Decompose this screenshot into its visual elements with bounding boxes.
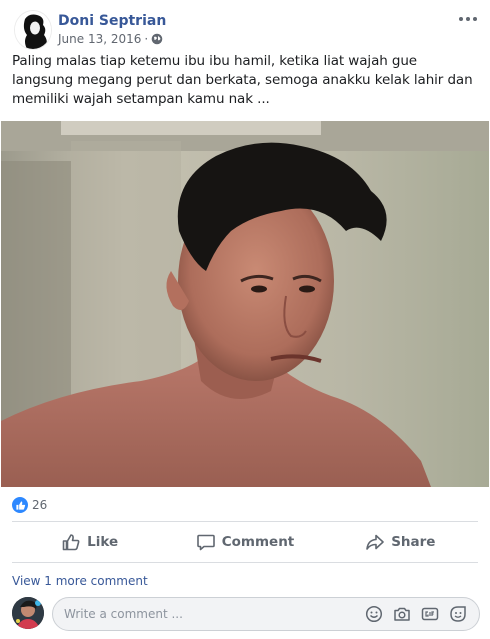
view-more-comments-link[interactable]: View 1 more comment: [12, 574, 148, 588]
like-button[interactable]: Like: [12, 524, 167, 560]
thumbs-up-icon: [62, 534, 80, 551]
post-photo[interactable]: [1, 121, 489, 487]
like-label: Like: [87, 534, 119, 550]
divider: [12, 521, 478, 522]
comment-composer: [12, 597, 480, 631]
post-header: Doni Septrian June 13, 2016 ·: [12, 10, 480, 52]
author-name[interactable]: Doni Septrian: [58, 13, 166, 29]
divider: [12, 562, 478, 563]
comment-tools: [365, 605, 479, 623]
share-arrow-icon: [366, 534, 384, 550]
share-label: Share: [391, 534, 436, 550]
post-actions: Like Comment Share: [12, 524, 478, 560]
post-meta: June 13, 2016 ·: [58, 32, 163, 46]
reaction-count: 26: [32, 498, 48, 512]
comment-button[interactable]: Comment: [167, 524, 322, 560]
comment-label: Comment: [221, 534, 295, 550]
comment-bubble-icon: [196, 534, 215, 551]
post-text: Paling malas tiap ketemu ibu ibu hamil, …: [12, 53, 473, 107]
ellipsis-icon[interactable]: [456, 10, 480, 28]
meta-separator: ·: [144, 32, 149, 46]
comment-box: [52, 597, 480, 631]
author-avatar[interactable]: [14, 10, 52, 50]
sticker-icon[interactable]: [449, 605, 467, 623]
share-button[interactable]: Share: [323, 524, 478, 560]
gif-icon[interactable]: [421, 605, 439, 623]
comment-input[interactable]: [53, 598, 365, 630]
camera-icon[interactable]: [393, 605, 411, 623]
reactions-summary[interactable]: 26: [12, 496, 47, 514]
emoji-icon[interactable]: [365, 605, 383, 623]
globe-icon: [151, 33, 163, 45]
post-date[interactable]: June 13, 2016: [58, 32, 141, 46]
like-reaction-icon: [12, 497, 28, 513]
photo-illustration: [1, 121, 489, 487]
current-user-avatar[interactable]: [12, 597, 44, 629]
